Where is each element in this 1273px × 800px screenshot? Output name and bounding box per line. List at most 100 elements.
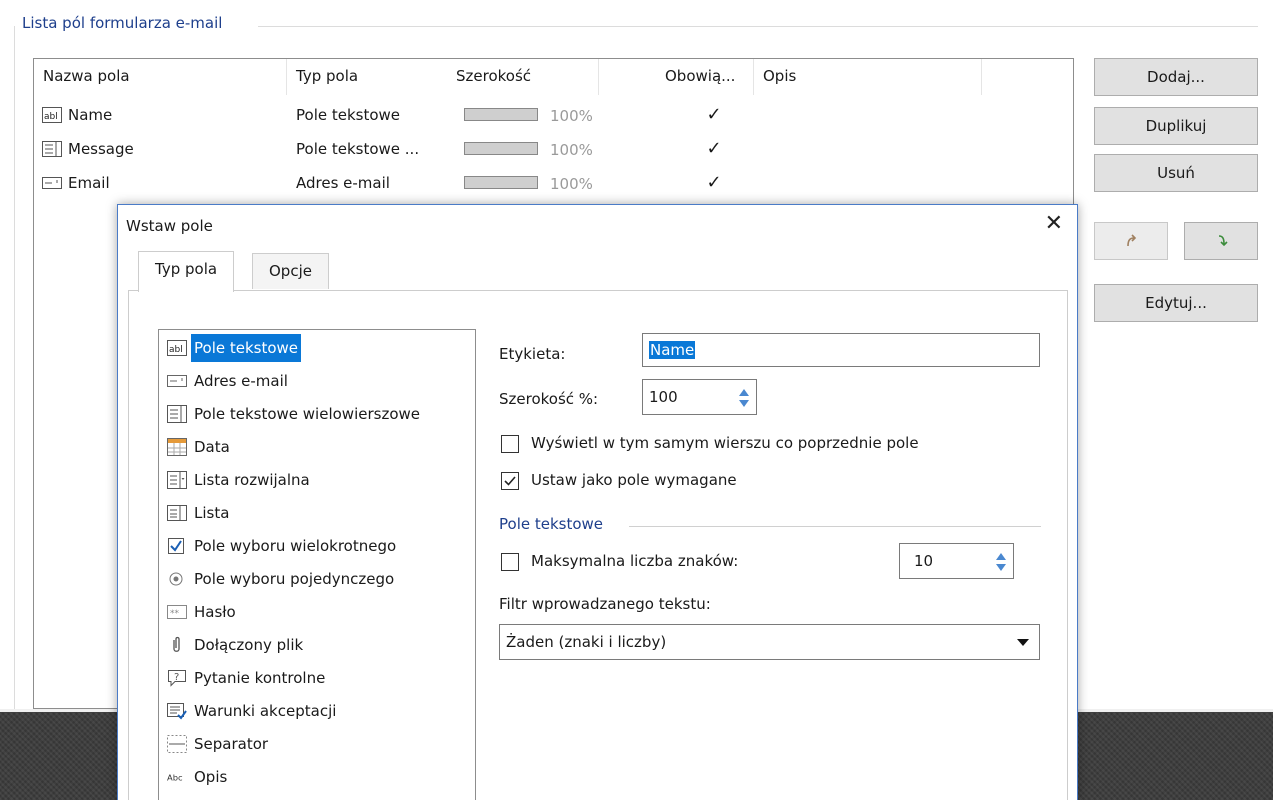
width-caption: Szerokość %: [499, 390, 599, 408]
password-icon: ** [167, 605, 187, 619]
required-check: ✓ [706, 104, 722, 125]
required-check: ✓ [706, 138, 722, 159]
label-caption: Etykieta: [499, 345, 566, 363]
spin-arrows-icon[interactable] [995, 550, 1007, 574]
filter-caption: Filtr wprowadzanego tekstu: [499, 595, 711, 613]
list-item-label: Opis [194, 768, 228, 786]
required-label: Ustaw jako pole wymagane [531, 471, 737, 489]
calendar-icon [167, 438, 187, 456]
textbox-icon: abl [42, 107, 62, 123]
row-type: Pole tekstowe ... [296, 140, 420, 158]
question-bubble-icon: ? [168, 670, 186, 687]
edit-button[interactable]: Edytuj... [1094, 284, 1258, 322]
checkbox-icon [168, 538, 184, 554]
move-down-icon [1218, 235, 1228, 247]
row-width: 100% [550, 175, 593, 193]
list-icon [167, 505, 187, 521]
svg-text:Abc: Abc [167, 772, 183, 782]
maxlen-spinbox[interactable]: 10 [899, 543, 1014, 579]
table-row[interactable]: Message Pole tekstowe ... 100% ✓ [34, 133, 1074, 165]
row-type: Adres e-mail [296, 174, 390, 192]
paperclip-icon [173, 636, 180, 652]
move-up-icon [1127, 234, 1137, 247]
required-check: ✓ [706, 172, 722, 193]
width-bar [464, 142, 538, 155]
section-divider [629, 526, 1041, 527]
insert-field-dialog: Wstaw pole ✕ Typ pola Opcje abl Pole tek… [117, 204, 1078, 800]
column-header-type[interactable]: Typ pola [287, 59, 447, 95]
checkmark-icon [504, 476, 516, 486]
filter-dropdown[interactable]: Żaden (znaki i liczby) [499, 624, 1040, 660]
list-item-label: Pole tekstowe wielowierszowe [194, 405, 420, 423]
multiline-text-icon [42, 141, 62, 157]
list-item-label: Adres e-mail [194, 372, 288, 390]
list-item-label: Pole tekstowe [191, 334, 302, 362]
width-spinbox[interactable]: 100 [642, 379, 757, 415]
terms-icon [167, 703, 187, 720]
section-title-textfield: Pole tekstowe [499, 515, 604, 533]
groupbox-border [14, 26, 15, 709]
dropdown-list-icon [167, 471, 187, 489]
chevron-down-icon [1017, 639, 1029, 646]
list-item-label: Pytanie kontrolne [194, 669, 326, 687]
label-input[interactable]: Name [642, 333, 1040, 367]
field-type-list[interactable]: abl Pole tekstowe Adres e-mail Pole teks… [158, 329, 476, 800]
same-row-checkbox[interactable] [501, 435, 519, 453]
width-bar [464, 108, 538, 121]
groupbox-line [258, 26, 1258, 27]
email-field-icon [167, 375, 187, 387]
svg-text:**: ** [170, 609, 180, 619]
column-header-required[interactable]: Obowią... [656, 59, 754, 95]
table-row[interactable]: abl Name Pole tekstowe 100% ✓ [34, 99, 1074, 131]
list-item-label: Separator [194, 735, 269, 753]
width-spinbox-value: 100 [649, 388, 678, 406]
listview-header: Nazwa pola Typ pola Szerokość Obowią... … [34, 59, 1073, 95]
column-header-blank [599, 59, 656, 95]
svg-text:abl: abl [169, 345, 183, 355]
list-item-label: Hasło [194, 603, 236, 621]
list-item-label: Dołączony plik [194, 636, 304, 654]
close-icon[interactable]: ✕ [1045, 211, 1063, 237]
description-icon: Abc [167, 772, 183, 782]
dialog-title: Wstaw pole [126, 217, 213, 235]
table-row[interactable]: Email Adres e-mail 100% ✓ [34, 167, 1074, 199]
list-item-label: Pole wyboru wielokrotnego [194, 537, 397, 555]
spin-arrows-icon[interactable] [738, 386, 750, 410]
filter-dropdown-value: Żaden (znaki i liczby) [506, 633, 667, 651]
column-header-name[interactable]: Nazwa pola [34, 59, 287, 95]
svg-text:?: ? [174, 672, 179, 683]
textbox-icon: abl [167, 340, 187, 356]
required-checkbox[interactable] [501, 472, 519, 490]
row-width: 100% [550, 141, 593, 159]
row-name: Message [68, 140, 134, 158]
maxlen-checkbox[interactable] [501, 553, 519, 571]
tab-strip: Typ pola Opcje [128, 251, 1066, 292]
delete-button[interactable]: Usuń [1094, 154, 1258, 192]
radio-icon [169, 572, 183, 586]
move-down-button[interactable] [1184, 222, 1258, 260]
svg-text:abl: abl [44, 112, 58, 122]
tab-options[interactable]: Opcje [252, 253, 329, 289]
maxlen-label: Maksymalna liczba znaków: [531, 552, 739, 570]
add-button[interactable]: Dodaj... [1094, 58, 1258, 96]
list-item-label: Pole wyboru pojedynczego [194, 570, 395, 588]
email-field-icon [42, 177, 62, 189]
list-item-label: Data [194, 438, 230, 456]
tab-field-type[interactable]: Typ pola [138, 251, 235, 292]
list-item-label: Lista [194, 504, 230, 522]
label-input-value: Name [649, 341, 696, 359]
column-header-width[interactable]: Szerokość [447, 59, 599, 95]
row-type: Pole tekstowe [296, 106, 401, 124]
width-bar [464, 176, 538, 189]
row-name: Email [68, 174, 110, 192]
list-item-label: Warunki akceptacji [194, 702, 337, 720]
row-width: 100% [550, 107, 593, 125]
duplicate-button[interactable]: Duplikuj [1094, 107, 1258, 145]
multiline-text-icon [167, 405, 187, 423]
groupbox-title: Lista pól formularza e-mail [22, 14, 231, 32]
column-header-description[interactable]: Opis [754, 59, 982, 95]
move-up-button[interactable] [1094, 222, 1168, 260]
separator-icon [167, 735, 187, 753]
same-row-label: Wyświetl w tym samym wierszu co poprzedn… [531, 434, 919, 452]
list-item-label: Lista rozwijalna [194, 471, 310, 489]
